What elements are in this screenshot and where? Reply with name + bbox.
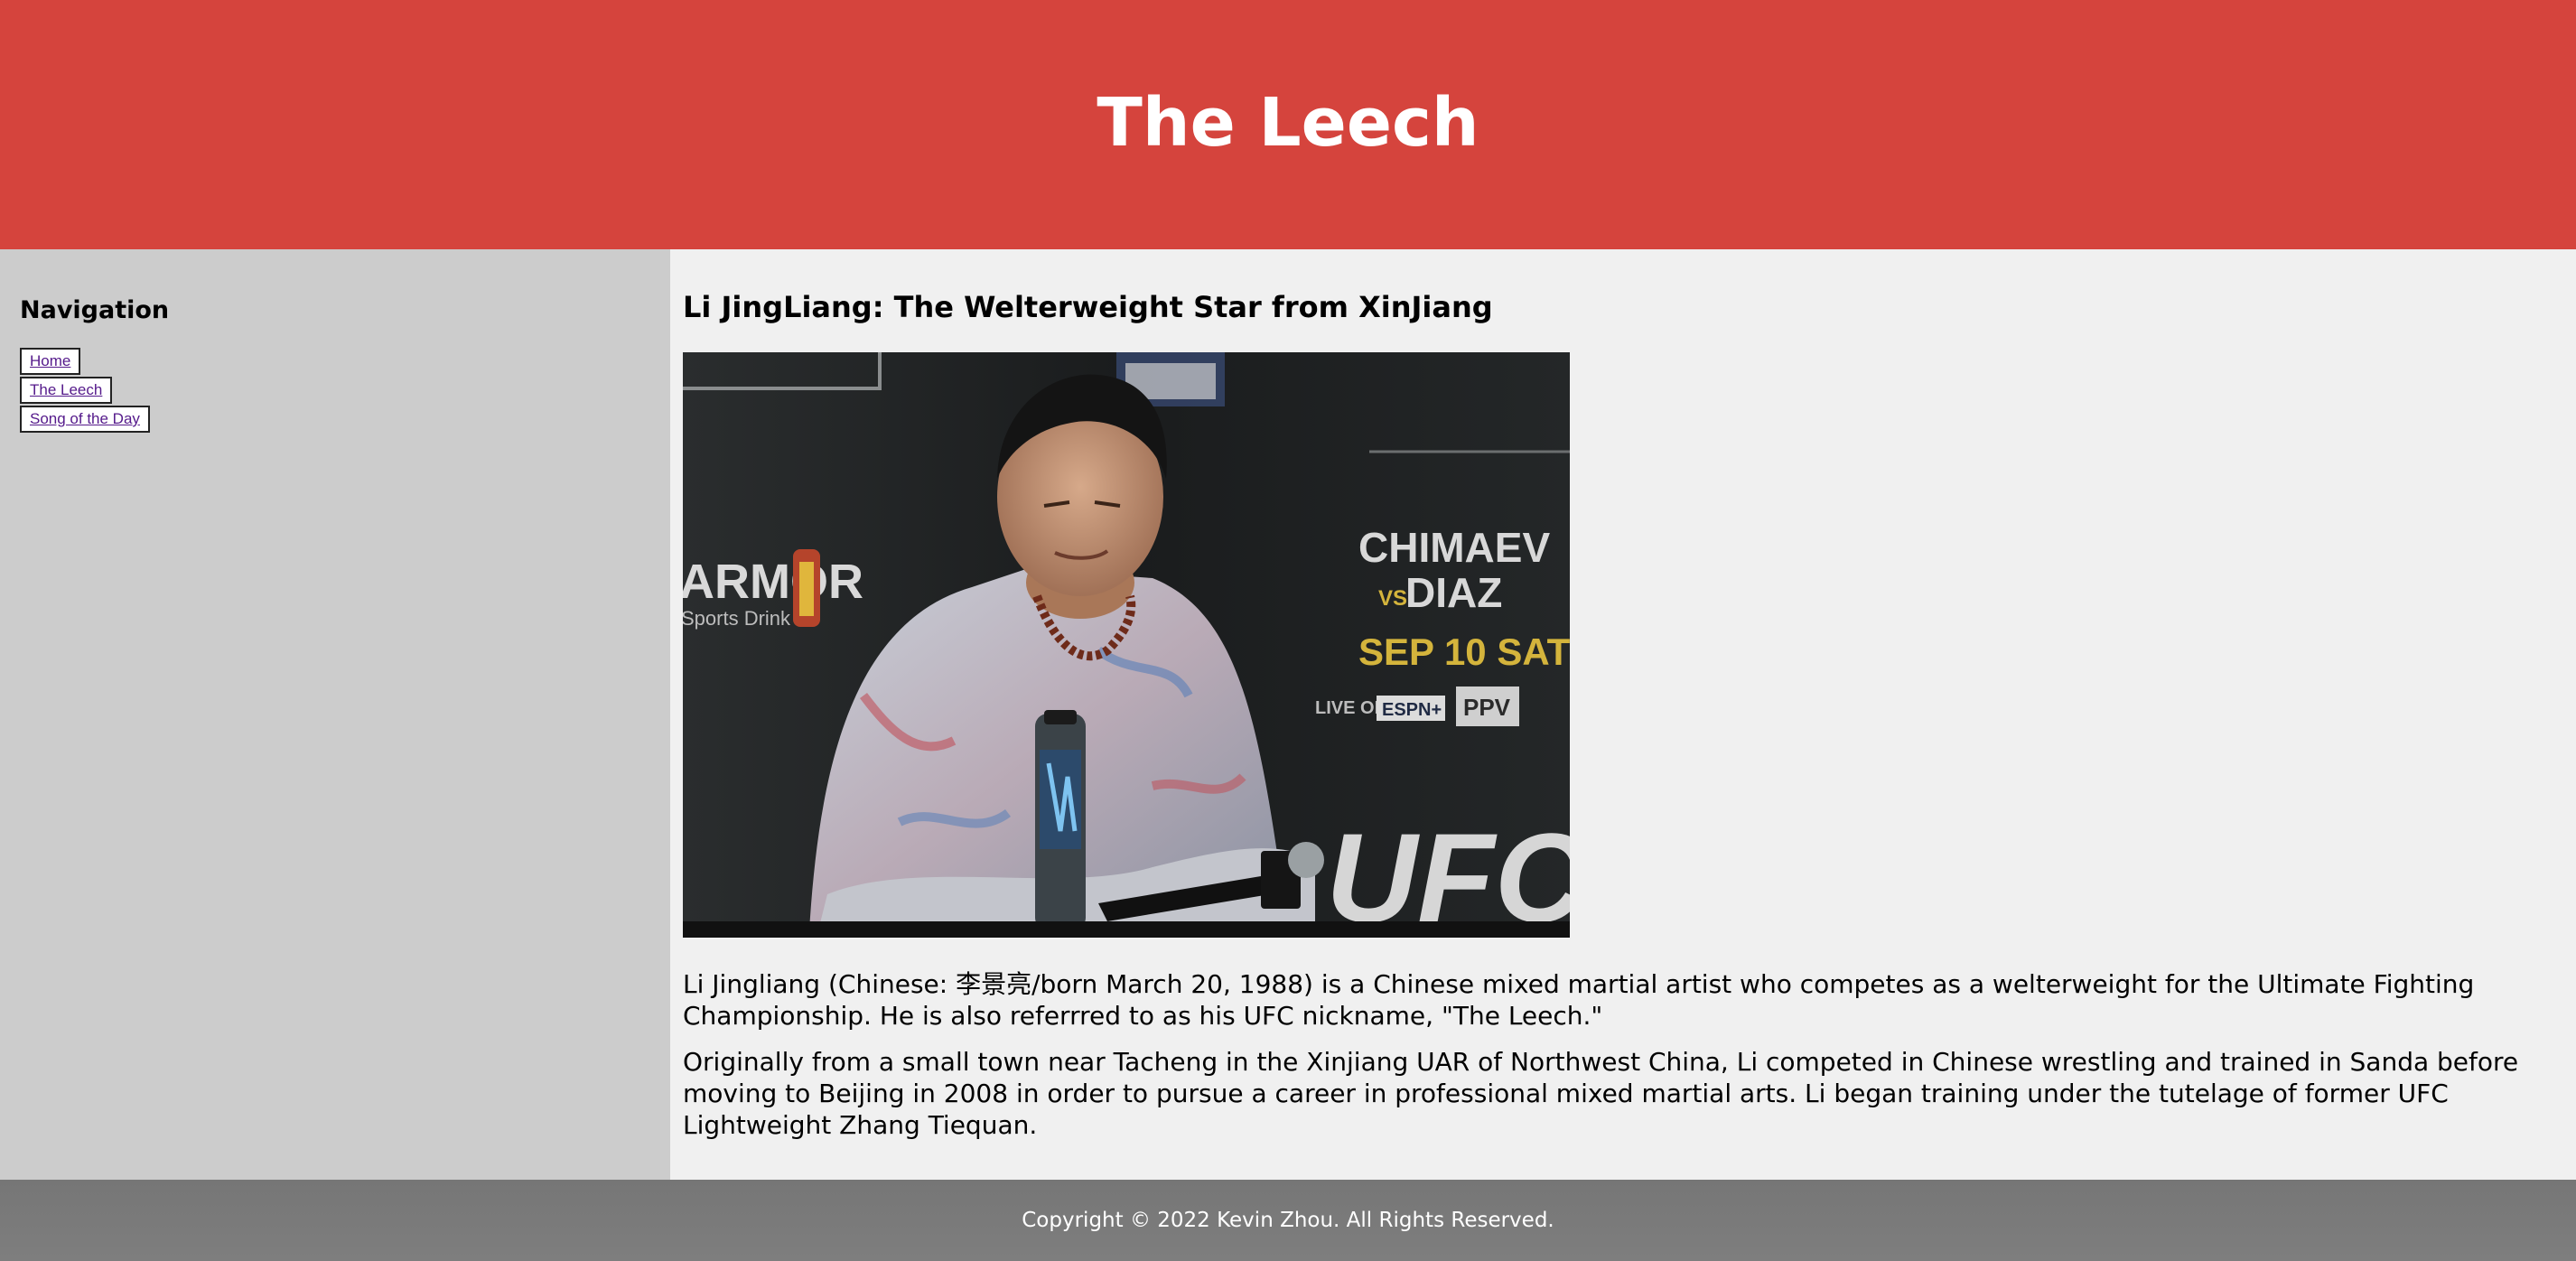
nav-item-the-leech: The Leech [20,377,650,404]
site-title: The Leech [1097,84,1479,162]
backdrop-diaz-text: DIAZ [1405,569,1502,616]
article-title: Li JingLiang: The Welterweight Star from… [683,290,1493,324]
article-paragraph-1: Li Jingliang (Chinese: 李景亮/born March 20… [683,968,2475,1031]
backdrop-ufc-logo: UFC [1326,807,1570,938]
nav-link-song-of-the-day[interactable]: Song of the Day [20,406,150,433]
article-paragraph-2: Originally from a small town near Tachen… [683,1046,2519,1140]
nav-item-home: Home [20,348,650,375]
press-table [683,920,1570,938]
backdrop-ppv-text: PPV [1463,694,1511,721]
main-content: Li JingLiang: The Welterweight Star from… [670,249,2576,1180]
backdrop-sports-drink-text: Sports Drink [683,607,791,630]
nav-item-song-of-the-day: Song of the Day [20,406,650,433]
sidebar-heading: Navigation [20,296,170,324]
backdrop-chimaev-text: CHIMAEV [1358,524,1550,571]
sidebar: Navigation Home The Leech Song of the Da… [0,249,670,1180]
copyright-text: Copyright © 2022 Kevin Zhou. All Rights … [1022,1209,1554,1232]
nav-link-home[interactable]: Home [20,348,81,375]
fighter-press-conference-photo: ARMOR Sports Drink CHIMAEV VS DIAZ SEP 1… [683,351,1570,938]
nav-list: Home The Leech Song of the Day [20,348,650,433]
site-header: The Leech [0,0,2576,249]
backdrop-date-text: SEP 10 SAT [1358,630,1570,673]
backdrop-espn-text: ESPN+ [1382,700,1442,720]
nav-link-the-leech[interactable]: The Leech [20,377,113,404]
backdrop-armor-text: ARMOR [683,555,863,609]
site-footer: Copyright © 2022 Kevin Zhou. All Rights … [0,1180,2576,1261]
backdrop-vs-text: VS [1378,586,1407,611]
